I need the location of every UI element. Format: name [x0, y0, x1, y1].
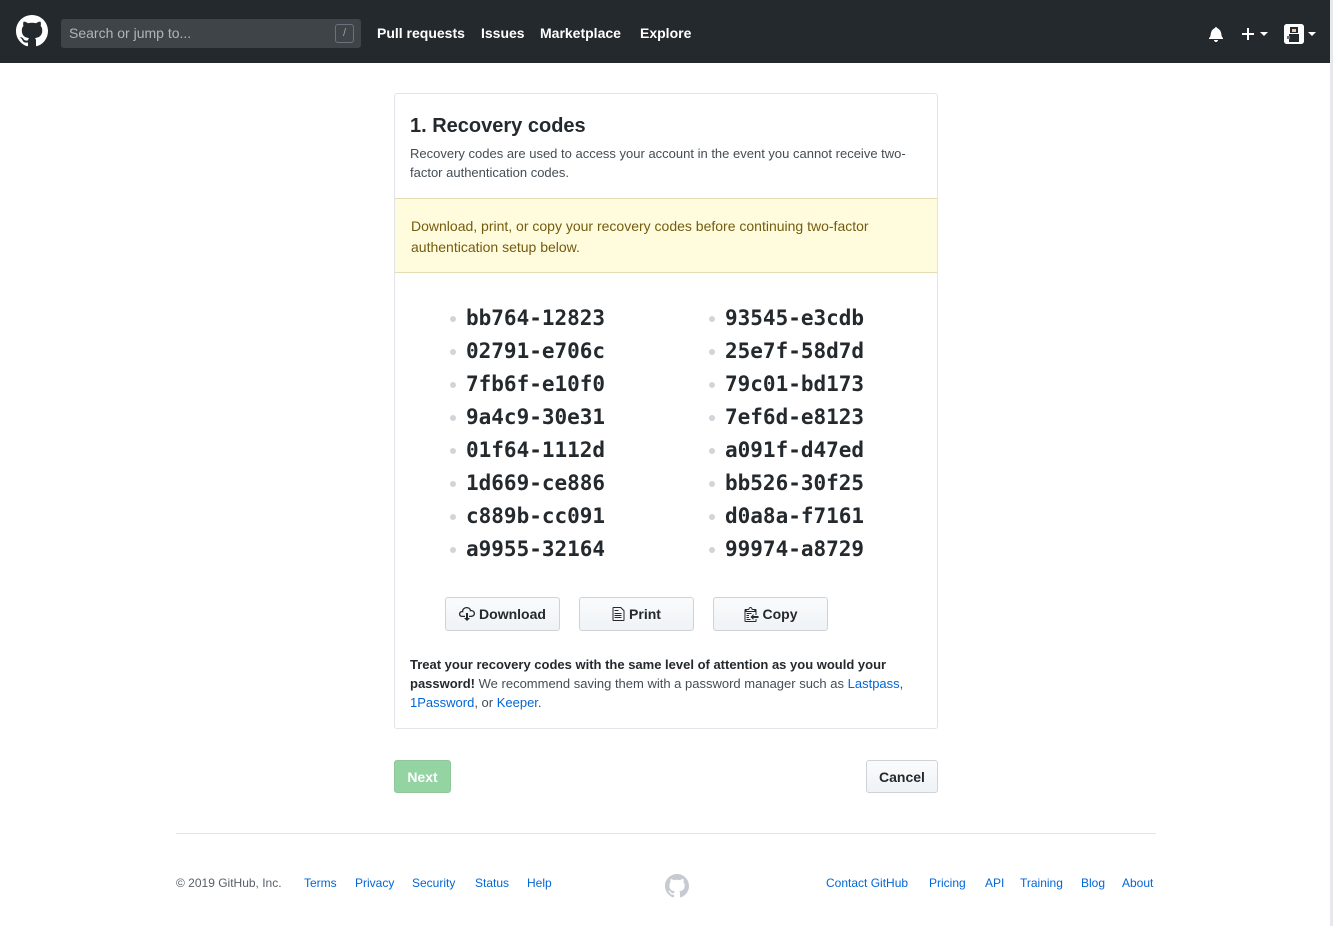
copyright: © 2019 GitHub, Inc. — [176, 876, 282, 890]
nav-explore[interactable]: Explore — [640, 25, 691, 41]
warning-flash: Download, print, or copy your recovery c… — [395, 198, 937, 273]
avatar-image-icon — [1284, 24, 1304, 44]
recovery-advice-text: We recommend saving them with a password… — [475, 676, 848, 691]
footer-link-privacy[interactable]: Privacy — [355, 876, 394, 890]
github-logo-icon[interactable] — [16, 15, 48, 47]
search-input[interactable]: Search or jump to... / — [61, 19, 361, 48]
recovery-code: 7fb6f-e10f0 — [450, 368, 605, 401]
footer-link-about[interactable]: About — [1122, 876, 1153, 890]
recovery-code: 25e7f-58d7d — [709, 335, 864, 368]
avatar[interactable] — [1284, 24, 1304, 44]
warning-flash-text: Download, print, or copy your recovery c… — [411, 218, 869, 255]
nav-pull-requests[interactable]: Pull requests — [377, 25, 465, 41]
separator-text: , or — [474, 695, 497, 710]
recovery-code: 7ef6d-e8123 — [709, 401, 864, 434]
search-shortcut-key: / — [335, 24, 354, 43]
recovery-code: 99974-a8729 — [709, 533, 864, 566]
footer-divider — [176, 833, 1156, 834]
copy-button[interactable]: Copy — [713, 597, 828, 631]
recovery-code: a091f-d47ed — [709, 434, 864, 467]
recovery-code: 79c01-bd173 — [709, 368, 864, 401]
recovery-code: 02791-e706c — [450, 335, 605, 368]
recovery-code: c889b-cc091 — [450, 500, 605, 533]
download-button[interactable]: Download — [445, 597, 560, 631]
lastpass-link[interactable]: Lastpass — [848, 676, 900, 691]
print-button[interactable]: Print — [579, 597, 694, 631]
download-icon — [459, 607, 476, 621]
search-placeholder: Search or jump to... — [69, 25, 192, 41]
recovery-code: a9955-32164 — [450, 533, 605, 566]
codes-list-left: bb764-12823 02791-e706c 7fb6f-e10f0 9a4c… — [450, 302, 605, 566]
1password-link[interactable]: 1Password — [410, 695, 474, 710]
print-button-label: Print — [629, 606, 661, 622]
nav-issues[interactable]: Issues — [481, 25, 525, 41]
recovery-code: 01f64-1112d — [450, 434, 605, 467]
keeper-link[interactable]: Keeper — [497, 695, 538, 710]
plus-icon[interactable] — [1240, 26, 1256, 42]
recovery-code: bb764-12823 — [450, 302, 605, 335]
recovery-code: bb526-30f25 — [709, 467, 864, 500]
footer-link-blog[interactable]: Blog — [1081, 876, 1105, 890]
copy-icon — [744, 607, 758, 622]
bell-icon[interactable] — [1208, 26, 1224, 42]
profile-menu-caret-icon[interactable] — [1308, 32, 1316, 36]
nav-marketplace[interactable]: Marketplace — [540, 25, 621, 41]
recovery-code: 93545-e3cdb — [709, 302, 864, 335]
copy-button-label: Copy — [762, 606, 798, 622]
cancel-button[interactable]: Cancel — [866, 760, 938, 793]
recovery-description: Recovery codes are used to access your a… — [410, 146, 906, 180]
end-punctuation: . — [537, 695, 542, 710]
footer-link-training[interactable]: Training — [1020, 876, 1063, 890]
recovery-code: 9a4c9-30e31 — [450, 401, 605, 434]
footer-link-api[interactable]: API — [985, 876, 1004, 890]
footer-link-terms[interactable]: Terms — [304, 876, 337, 890]
recovery-code: 1d669-ce886 — [450, 467, 605, 500]
footer-link-contact[interactable]: Contact GitHub — [826, 876, 908, 890]
footer-link-security[interactable]: Security — [412, 876, 455, 890]
recovery-advice: Treat your recovery codes with the same … — [410, 655, 925, 712]
github-footer-logo-icon[interactable] — [665, 874, 689, 898]
print-icon — [612, 607, 625, 621]
create-menu-caret-icon[interactable] — [1260, 32, 1268, 36]
separator-text: , — [899, 676, 904, 691]
footer-link-pricing[interactable]: Pricing — [929, 876, 966, 890]
next-button[interactable]: Next — [394, 760, 451, 793]
recovery-codes-box: 1. Recovery codes Recovery codes are use… — [394, 93, 938, 729]
page-title: 1. Recovery codes — [410, 115, 586, 137]
footer-link-help[interactable]: Help — [527, 876, 552, 890]
codes-list-right: 93545-e3cdb 25e7f-58d7d 79c01-bd173 7ef6… — [709, 302, 864, 566]
footer-link-status[interactable]: Status — [475, 876, 509, 890]
download-button-label: Download — [479, 606, 546, 622]
recovery-code: d0a8a-f7161 — [709, 500, 864, 533]
site-header: Search or jump to... / Pull requests Iss… — [0, 0, 1333, 63]
